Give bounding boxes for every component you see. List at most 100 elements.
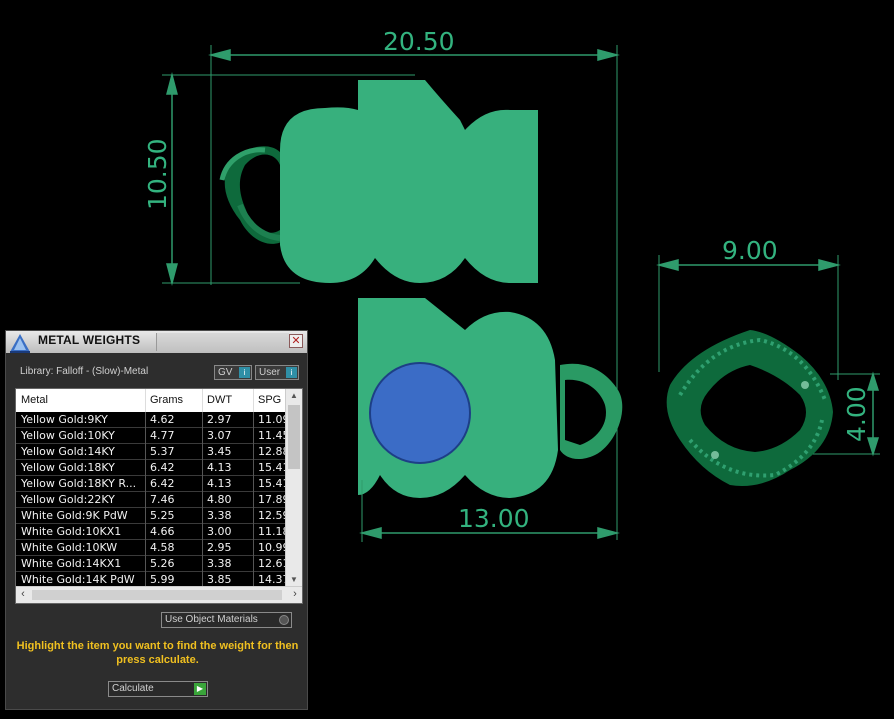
info-icon[interactable]: i	[239, 367, 250, 378]
cell-spg: 12.59	[258, 509, 286, 522]
column-header-grams[interactable]: Grams	[150, 394, 183, 406]
library-label: Library: Falloff - (Slow)-Metal	[20, 366, 149, 377]
dim-front-height-label: 4.00	[842, 386, 871, 442]
dim-bottom-width-label: 13.00	[458, 504, 530, 533]
table-row[interactable]: White Gold:9K PdW 5.25 3.38 12.59	[16, 508, 286, 524]
pendant-top-view	[219, 80, 538, 283]
column-divider	[145, 508, 146, 524]
titlebar-spacer	[156, 333, 289, 351]
cell-metal: Yellow Gold:22KY	[21, 493, 115, 506]
table-row[interactable]: Yellow Gold:14KY 5.37 3.45 12.88	[16, 444, 286, 460]
column-divider	[202, 524, 203, 540]
column-divider	[253, 389, 254, 412]
cell-dwt: 4.13	[207, 461, 232, 474]
dim-front-width-label: 9.00	[722, 236, 778, 265]
cell-metal: White Gold:14K PdW	[21, 573, 135, 586]
column-divider	[145, 540, 146, 556]
user-dropdown[interactable]: User i	[255, 365, 299, 380]
instruction-text: Highlight the item you want to find the …	[16, 640, 299, 666]
metal-table[interactable]: Metal Grams DWT SPG Yellow Gold:9KY 4.62 2…	[15, 388, 303, 604]
cell-spg: 10.99	[258, 541, 286, 554]
cell-grams: 4.62	[150, 413, 175, 426]
calculate-button[interactable]: Calculate ▶	[108, 681, 208, 697]
column-divider	[253, 556, 254, 572]
horizontal-scrollbar[interactable]: ‹ ›	[16, 586, 302, 603]
column-divider	[145, 476, 146, 492]
table-row[interactable]: Yellow Gold:10KY 4.77 3.07 11.45	[16, 428, 286, 444]
info-icon[interactable]: i	[286, 367, 297, 378]
cell-spg: 15.41	[258, 461, 286, 474]
use-object-materials-label: Use Object Materials	[165, 614, 258, 625]
table-row[interactable]: Yellow Gold:22KY 7.46 4.80 17.89	[16, 492, 286, 508]
dim-top-height-label: 10.50	[143, 138, 172, 210]
table-row[interactable]: Yellow Gold:18KY R... 6.42 4.13 15.41	[16, 476, 286, 492]
column-divider	[202, 412, 203, 428]
cell-grams: 5.26	[150, 557, 175, 570]
column-divider	[253, 492, 254, 508]
cell-dwt: 4.13	[207, 477, 232, 490]
cell-metal: White Gold:10KW	[21, 541, 118, 554]
cell-spg: 11.45	[258, 429, 286, 442]
cell-grams: 6.42	[150, 477, 175, 490]
column-header-metal[interactable]: Metal	[21, 394, 48, 406]
table-row[interactable]: White Gold:10KW 4.58 2.95 10.99	[16, 540, 286, 556]
cell-metal: Yellow Gold:9KY	[21, 413, 108, 426]
scroll-left-icon[interactable]: ‹	[16, 587, 30, 603]
cell-metal: White Gold:10KX1	[21, 525, 122, 538]
gv-dropdown[interactable]: GV i	[214, 365, 252, 380]
scroll-right-icon[interactable]: ›	[288, 587, 302, 603]
cell-grams: 5.25	[150, 509, 175, 522]
table-row[interactable]: Yellow Gold:18KY 6.42 4.13 15.41	[16, 460, 286, 476]
cell-spg: 15.41	[258, 477, 286, 490]
radio-icon[interactable]	[279, 615, 289, 625]
cell-dwt: 2.97	[207, 413, 232, 426]
panel-title: METAL WEIGHTS	[38, 333, 141, 347]
column-divider	[202, 428, 203, 444]
cell-dwt: 3.85	[207, 573, 232, 586]
column-divider	[145, 460, 146, 476]
vertical-scrollbar[interactable]: ▲ ▼	[285, 389, 302, 587]
cell-grams: 6.42	[150, 461, 175, 474]
scroll-down-icon[interactable]: ▼	[286, 573, 302, 587]
scroll-up-icon[interactable]: ▲	[286, 389, 302, 403]
scroll-thumb[interactable]	[32, 590, 282, 600]
cell-grams: 5.99	[150, 573, 175, 586]
column-divider	[253, 428, 254, 444]
column-divider	[202, 508, 203, 524]
column-divider	[145, 556, 146, 572]
cell-metal: White Gold:14KX1	[21, 557, 122, 570]
close-icon[interactable]: ✕	[289, 334, 303, 348]
column-divider	[145, 412, 146, 428]
cell-spg: 11.18	[258, 525, 286, 538]
column-header-spg[interactable]: SPG	[258, 394, 281, 406]
column-divider	[253, 476, 254, 492]
column-divider	[145, 444, 146, 460]
cell-dwt: 3.45	[207, 445, 232, 458]
cell-spg: 17.89	[258, 493, 286, 506]
pendant-front-view	[666, 330, 833, 486]
scroll-thumb[interactable]	[288, 405, 300, 469]
column-divider	[202, 476, 203, 492]
user-label: User	[259, 367, 281, 378]
column-divider	[202, 444, 203, 460]
cell-dwt: 3.00	[207, 525, 232, 538]
table-row[interactable]: White Gold:14KX1 5.26 3.38 12.61	[16, 556, 286, 572]
cell-dwt: 3.38	[207, 509, 232, 522]
gemstone	[369, 362, 471, 464]
column-divider	[202, 540, 203, 556]
column-divider	[202, 492, 203, 508]
cell-grams: 7.46	[150, 493, 175, 506]
cell-dwt: 4.80	[207, 493, 232, 506]
column-divider	[202, 460, 203, 476]
panel-titlebar[interactable]: METAL WEIGHTS ✕	[6, 331, 307, 353]
cell-spg: 11.09	[258, 413, 286, 426]
play-icon[interactable]: ▶	[194, 683, 206, 695]
cell-metal: Yellow Gold:18KY	[21, 461, 115, 474]
table-header: Metal Grams DWT SPG	[16, 389, 286, 413]
pendant-side-view	[358, 298, 623, 498]
table-row[interactable]: Yellow Gold:9KY 4.62 2.97 11.09	[16, 412, 286, 428]
column-header-dwt[interactable]: DWT	[207, 394, 232, 406]
use-object-materials-dropdown[interactable]: Use Object Materials	[161, 612, 292, 628]
table-row[interactable]: White Gold:10KX1 4.66 3.00 11.18	[16, 524, 286, 540]
cell-metal: Yellow Gold:18KY R...	[21, 477, 137, 490]
